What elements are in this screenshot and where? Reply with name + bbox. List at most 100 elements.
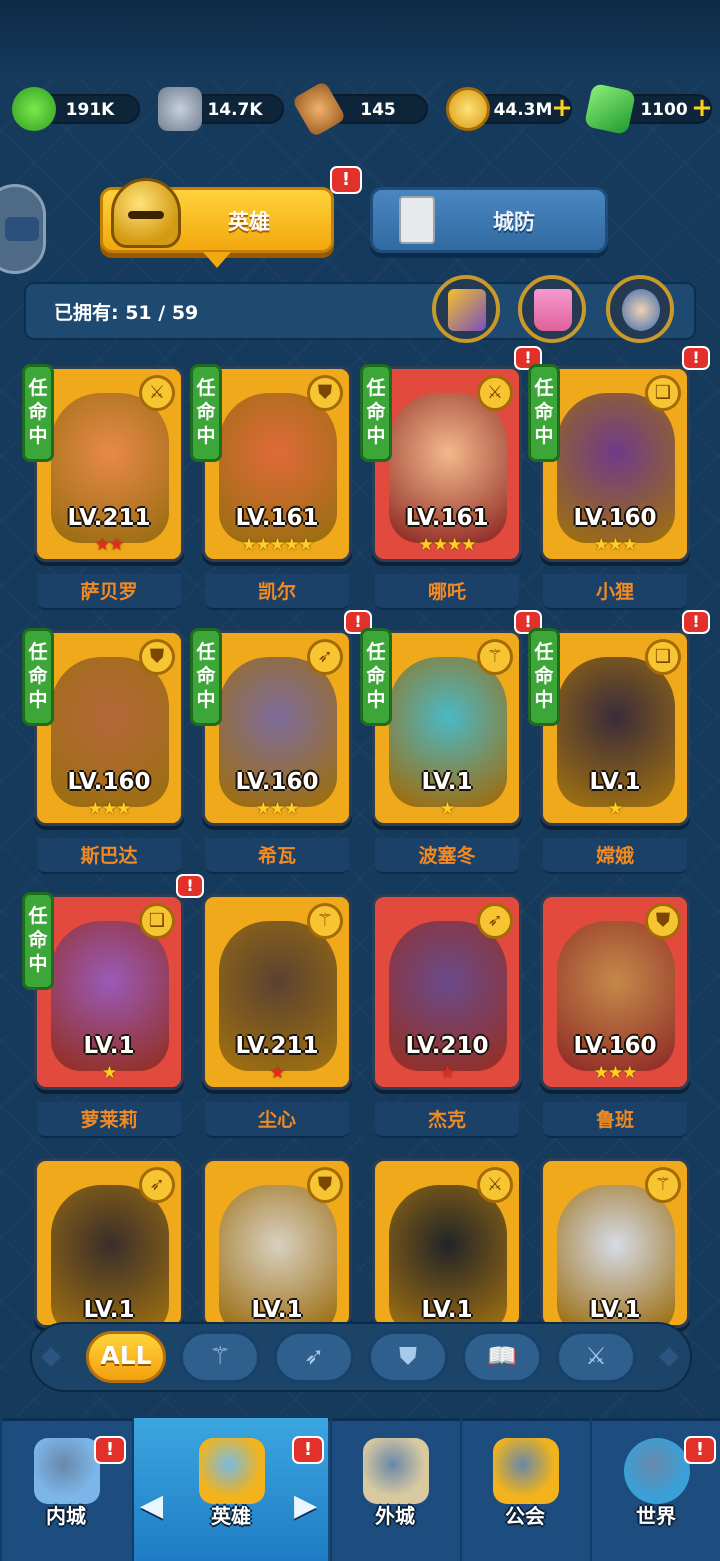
hero-level: LV.160	[235, 769, 319, 795]
guild-icon	[493, 1438, 559, 1504]
hero-card[interactable]: ⚔ LV.211 ★★	[34, 366, 184, 562]
hero-stars: ★★★	[255, 799, 300, 819]
hero-card[interactable]: ⛊ LV.1	[202, 1158, 352, 1328]
filter-sword-icon[interactable]: ⚔	[556, 1331, 636, 1383]
shield-class-icon: ⛊	[139, 639, 175, 675]
inner-city-icon	[34, 1438, 100, 1504]
hero-level: LV.211	[235, 1033, 319, 1059]
resource-exp[interactable]: 191K	[12, 87, 140, 131]
hero-level: LV.211	[67, 505, 151, 531]
appointed-badge: 任命中	[22, 364, 54, 462]
hero-card[interactable]: ⛊ LV.160 ★★★	[34, 630, 184, 826]
filter-all-button[interactable]: ALL	[86, 1331, 166, 1383]
tab-hero[interactable]: 英雄	[100, 178, 334, 268]
hero-stars: ★	[439, 799, 455, 819]
hero-name: 小狸	[543, 574, 687, 610]
hero-level: LV.1	[251, 1297, 303, 1323]
hero-stars: ★	[607, 799, 623, 819]
resource-gold-value: 44.3M	[493, 100, 553, 120]
staff-class-icon: ⚚	[307, 903, 343, 939]
hero-stars: ★	[101, 1063, 117, 1083]
hero-name: 尘心	[205, 1102, 349, 1138]
hero-name: 鲁班	[543, 1102, 687, 1138]
hero-level: LV.160	[67, 769, 151, 795]
staff-class-icon: ⚚	[645, 1167, 681, 1203]
hero-stars: ★★★★★	[241, 535, 313, 555]
hero-alert-icon: !	[682, 610, 710, 634]
appointed-badge: 任命中	[360, 628, 392, 726]
hero-name: 哪吒	[375, 574, 519, 610]
shield-class-icon: ⛊	[645, 903, 681, 939]
hero-stars: ★★	[94, 535, 124, 555]
appointed-badge: 任命中	[190, 364, 222, 462]
hero-level: LV.161	[235, 505, 319, 531]
hero-stars: ★★★	[593, 1063, 638, 1083]
nav-guild[interactable]: 公会	[460, 1418, 588, 1561]
hero-card[interactable]: ⚔ LV.161 ★★★★	[372, 366, 522, 562]
tab-hero-alert-icon: !	[330, 166, 362, 194]
hero-name: 嫦娥	[543, 838, 687, 874]
owned-count-bar: 已拥有: 51 / 59	[24, 282, 696, 340]
filter-staff-icon[interactable]: ⚚	[180, 1331, 260, 1383]
bow-class-icon: ➶	[307, 639, 343, 675]
shield-class-icon: ⛊	[307, 375, 343, 411]
hero-level: LV.1	[421, 1297, 473, 1323]
appointed-badge: 任命中	[190, 628, 222, 726]
skin-button[interactable]	[518, 275, 586, 343]
hero-level: LV.161	[405, 505, 489, 531]
tab-pointer	[203, 252, 231, 268]
nav-label: 公会	[505, 1504, 545, 1528]
tab-defense[interactable]: 城防	[370, 187, 608, 253]
tab-hero-label: 英雄	[228, 210, 270, 234]
card-collection-button[interactable]	[432, 275, 500, 343]
filter-bow-icon[interactable]: ➶	[274, 1331, 354, 1383]
nav-left-arrow[interactable]: ◀	[140, 1488, 163, 1523]
hero-card[interactable]: ⚔ LV.1	[372, 1158, 522, 1328]
nav-alert-icon: !	[684, 1436, 716, 1464]
resource-stone[interactable]: 14.7K	[158, 87, 284, 131]
nav-label: 内城	[46, 1504, 86, 1528]
status-bar-area	[0, 0, 720, 80]
hero-card[interactable]: ⛊ LV.160 ★★★	[540, 894, 690, 1090]
hero-level: LV.1	[589, 769, 641, 795]
hero-card[interactable]: ➶ LV.160 ★★★	[202, 630, 352, 826]
resource-hammer[interactable]: 145	[291, 80, 428, 138]
filter-book-icon[interactable]: 📖	[462, 1331, 542, 1383]
resource-gold[interactable]: 44.3M +	[446, 87, 574, 131]
hero-card[interactable]: ⛊ LV.161 ★★★★★	[202, 366, 352, 562]
bow-class-icon: ➶	[477, 903, 513, 939]
hero-card[interactable]: ⚚ LV.1 ★	[372, 630, 522, 826]
resource-exp-value: 191K	[65, 100, 115, 120]
hero-level: LV.160	[573, 505, 657, 531]
hero-name: 萨贝罗	[37, 574, 181, 610]
hero-card[interactable]: ⚚ LV.211 ★	[202, 894, 352, 1090]
resource-gem[interactable]: 1100 +	[583, 82, 714, 136]
resource-gem-value: 1100	[640, 100, 688, 120]
shirt-icon	[534, 289, 572, 331]
hero-name: 斯巴达	[37, 838, 181, 874]
chat-side-button[interactable]	[0, 184, 46, 274]
hero-level: LV.1	[589, 1297, 641, 1323]
hero-card[interactable]: ❑ LV.1 ★	[540, 630, 690, 826]
hero-card[interactable]: ➶ LV.210 ★	[372, 894, 522, 1090]
nav-outer-city[interactable]: 外城	[330, 1418, 458, 1561]
hero-card[interactable]: ❑ LV.160 ★★★	[540, 366, 690, 562]
nav-label: 外城	[375, 1504, 415, 1528]
add-gold-button[interactable]: +	[550, 95, 574, 121]
hero-card[interactable]: ⚚ LV.1	[540, 1158, 690, 1328]
hero-level: LV.1	[83, 1033, 135, 1059]
hero-card[interactable]: ❑ LV.1 ★	[34, 894, 184, 1090]
owned-count-label: 已拥有: 51 / 59	[54, 302, 199, 324]
filter-shield-icon[interactable]: ⛊	[368, 1331, 448, 1383]
chat-icon	[5, 217, 39, 241]
nav-right-arrow[interactable]: ▶	[294, 1488, 317, 1523]
resource-hammer-value: 145	[360, 100, 396, 120]
team-button[interactable]	[606, 275, 674, 343]
sword-class-icon: ⚔	[477, 1167, 513, 1203]
staff-class-icon: ⚚	[477, 639, 513, 675]
add-gem-button[interactable]: +	[690, 95, 714, 121]
hero-card[interactable]: ➶ LV.1	[34, 1158, 184, 1328]
hero-level: LV.210	[405, 1033, 489, 1059]
appointed-badge: 任命中	[22, 628, 54, 726]
nav-label: 世界	[636, 1504, 676, 1528]
